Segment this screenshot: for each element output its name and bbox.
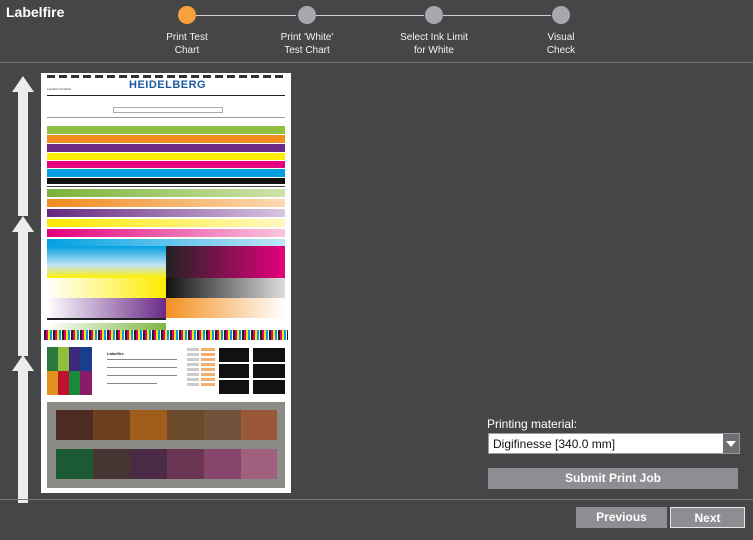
- up-arrow-icon: [12, 355, 34, 503]
- step-connector: [316, 15, 424, 16]
- step-1-indicator: [178, 6, 196, 24]
- chart-product-name: Labelfire: [107, 351, 124, 356]
- chevron-down-icon[interactable]: [723, 434, 739, 453]
- chart-brand-logo: HEIDELBERG: [129, 79, 207, 91]
- step-2-indicator: [298, 6, 316, 24]
- next-button[interactable]: Next: [670, 507, 745, 528]
- step-2-label: Print 'White' Test Chart: [280, 32, 334, 56]
- up-arrow-icon: [12, 76, 34, 216]
- test-chart-preview: Labelfire Printfield HEIDELBERG Labelfir…: [41, 73, 291, 493]
- step-connector: [196, 15, 296, 16]
- step-3-indicator: [425, 6, 443, 24]
- step-4-label: Visual Check: [546, 32, 576, 56]
- step-4-indicator: [552, 6, 570, 24]
- printing-material-value: Digifinesse [340.0 mm]: [493, 437, 616, 451]
- up-arrow-icon: [12, 216, 34, 356]
- footer-divider: [0, 499, 753, 500]
- step-connector: [443, 15, 551, 16]
- header-divider: [0, 62, 753, 63]
- step-3-label: Select Ink Limit for White: [400, 32, 468, 56]
- printing-material-label: Printing material:: [487, 417, 578, 431]
- wizard-steps: Print Test Chart Print 'White' Test Char…: [0, 0, 753, 60]
- submit-print-job-button[interactable]: Submit Print Job: [488, 468, 738, 489]
- previous-button[interactable]: Previous: [576, 507, 667, 528]
- printing-material-select[interactable]: Digifinesse [340.0 mm]: [488, 433, 740, 454]
- step-1-label: Print Test Chart: [166, 32, 208, 56]
